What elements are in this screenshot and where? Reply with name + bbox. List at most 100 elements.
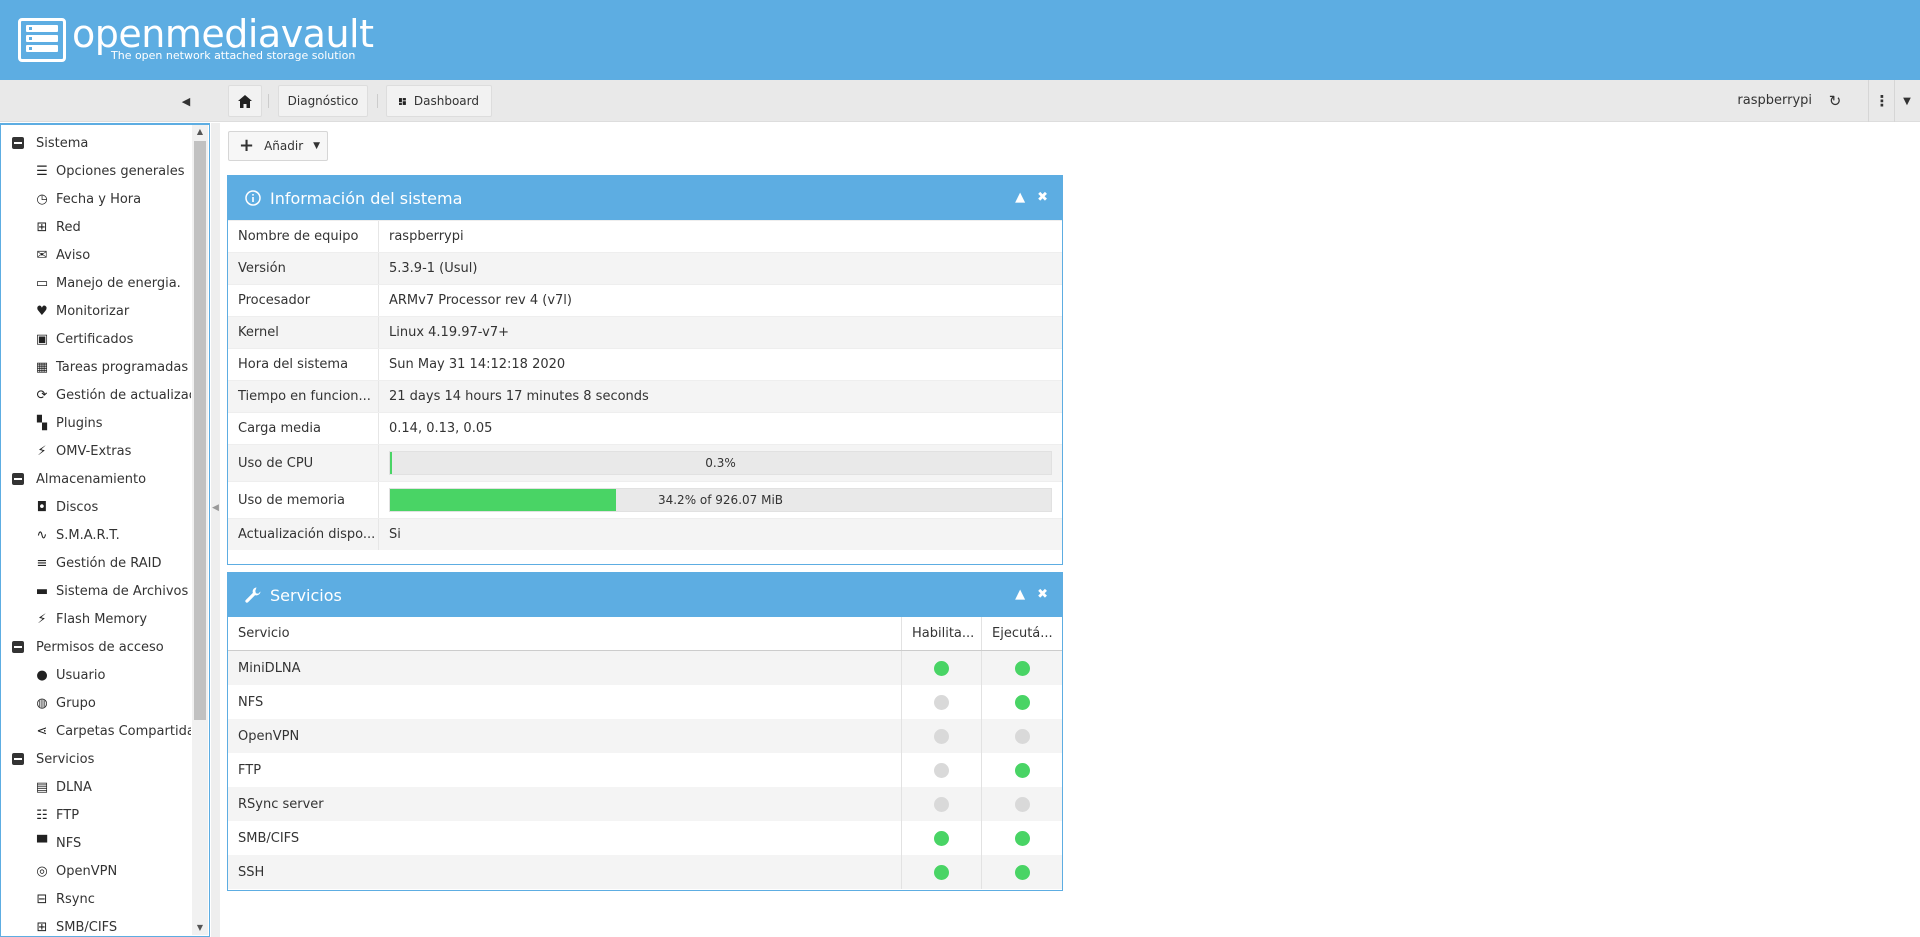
sidebar-item[interactable]: ≡ Gestión de RAID [1, 549, 191, 577]
sidebar-item[interactable]: ♥ Monitorizar [1, 297, 191, 325]
sidebar-group-label: Servicios [36, 751, 95, 767]
sidebar-item[interactable]: ◎ OpenVPN [1, 857, 191, 885]
sidebar-scrollbar[interactable]: ▲ ▼ [192, 125, 208, 935]
service-running-cell [982, 719, 1062, 753]
service-row[interactable]: NFS [228, 685, 1062, 719]
breadcrumb-diagnostico[interactable]: Diagnóstico [278, 85, 368, 117]
column-header-running[interactable]: Ejecutá... [982, 617, 1062, 650]
sysinfo-value: raspberrypi [389, 229, 464, 244]
more-vertical-icon[interactable]: ⋮ [1872, 90, 1892, 112]
service-row[interactable]: SMB/CIFS [228, 821, 1062, 855]
sidebar-item-label: Rsync [56, 891, 95, 907]
service-row[interactable]: RSync server [228, 787, 1062, 821]
collapse-panel-icon[interactable]: ▲ [1015, 190, 1025, 205]
sidebar-item[interactable]: ● Usuario [1, 661, 191, 689]
share-icon: ⋖ [36, 723, 48, 739]
sidebar-item[interactable]: ∿ S.M.A.R.T. [1, 521, 191, 549]
column-header-enabled[interactable]: Habilita... [902, 617, 982, 650]
close-panel-icon[interactable]: ✖ [1037, 587, 1048, 602]
sidebar-item-label: Sistema de Archivos [56, 583, 189, 599]
sidebar-group[interactable]: Servicios [1, 745, 191, 773]
sysinfo-row: Kernel Linux 4.19.97-v7+ [228, 316, 1062, 348]
sysinfo-key: Procesador [228, 285, 379, 316]
sidebar-item[interactable]: ▦ Tareas programadas [1, 353, 191, 381]
sidebar-item[interactable]: ◷ Fecha y Hora [1, 185, 191, 213]
wrench-icon [244, 586, 262, 604]
scroll-thumb[interactable] [194, 141, 206, 720]
scroll-down-icon[interactable]: ▼ [192, 921, 208, 935]
sidebar-item-label: Gestión de RAID [56, 555, 162, 571]
service-row[interactable]: OpenVPN [228, 719, 1062, 753]
sidebar-item[interactable]: ☰ Opciones generales [1, 157, 191, 185]
top-toolbar: ◀ Diagnóstico Dashboard raspberrypi ↻ ⋮ … [0, 80, 1920, 122]
sidebar-item-label: FTP [56, 807, 80, 823]
nav-tree: Sistema ☰ Opciones generales ◷ Fecha y Hora ⊞… [1, 129, 191, 936]
sidebar-item[interactable]: ✉ Aviso [1, 241, 191, 269]
cpu-usage-row: Uso de CPU 0.3% [228, 444, 1062, 481]
collapse-minus-icon[interactable] [12, 137, 24, 149]
heartbeat-icon: ♥ [36, 303, 48, 319]
sidebar-item[interactable]: ⊞ SMB/CIFS [1, 913, 191, 936]
memory-usage-row: Uso de memoria 34.2% of 926.07 MiB [228, 481, 1062, 518]
collapse-sidebar-icon[interactable]: ◀ [178, 92, 194, 110]
service-running-cell [982, 821, 1062, 855]
sidebar-item[interactable]: ▬ Sistema de Archivos [1, 577, 191, 605]
folders-icon: ▬ [35, 583, 49, 599]
sidebar-item[interactable]: ⚡ Flash Memory [1, 605, 191, 633]
sysinfo-row: Tiempo en funcion... 21 days 14 hours 17 … [228, 380, 1062, 412]
sysinfo-value: 5.3.9-1 (Usul) [389, 261, 478, 276]
sidebar-item-label: Grupo [56, 695, 96, 711]
service-enabled-cell [902, 719, 982, 753]
sidebar-group[interactable]: Sistema [1, 129, 191, 157]
updates-row: Actualización dispo... Si [228, 518, 1062, 550]
collapse-panel-icon[interactable]: ▲ [1015, 587, 1025, 602]
scroll-up-icon[interactable]: ▲ [192, 125, 208, 139]
sidebar-item[interactable]: ⟳ Gestión de actualizacio [1, 381, 191, 409]
sidebar-item-label: Gestión de actualizacio [56, 387, 191, 403]
sidebar-item-label: Tareas programadas [56, 359, 189, 375]
collapse-minus-icon[interactable] [12, 641, 24, 653]
refresh-icon[interactable]: ↻ [1825, 90, 1845, 112]
chevron-down-icon[interactable]: ▼ [1897, 90, 1917, 112]
service-name: MiniDLNA [228, 651, 902, 685]
home-icon [238, 94, 252, 108]
sidebar-item[interactable]: ⋖ Carpetas Compartidas [1, 717, 191, 745]
breadcrumb-dashboard[interactable]: Dashboard [386, 85, 492, 117]
sidebar-item-label: S.M.A.R.T. [56, 527, 120, 543]
service-row[interactable]: SSH [228, 855, 1062, 889]
memory-usage-text: 34.2% of 926.07 MiB [657, 493, 784, 507]
add-widget-button[interactable]: + Añadir ▼ [228, 131, 328, 161]
service-running-cell [982, 855, 1062, 889]
status-on-icon [1014, 694, 1030, 710]
sysinfo-key: Nombre de equipo [228, 221, 379, 252]
sysinfo-key: Versión [228, 253, 379, 284]
wifi-icon: ◎ [36, 863, 48, 879]
sidebar-item[interactable]: ▀ NFS [1, 829, 191, 857]
sidebar-item[interactable]: ⊞ Red [1, 213, 191, 241]
breadcrumb-separator [268, 94, 269, 108]
sidebar-group[interactable]: Almacenamiento [1, 465, 191, 493]
sidebar-group[interactable]: Permisos de acceso [1, 633, 191, 661]
bolt-icon: ⚡ [37, 611, 47, 627]
sidebar-item[interactable]: ▭ Manejo de energia. [1, 269, 191, 297]
service-row[interactable]: MiniDLNA [228, 651, 1062, 685]
column-header-service[interactable]: Servicio [228, 617, 902, 650]
sidebar-item[interactable]: ▚ Plugins [1, 409, 191, 437]
sidebar-item[interactable]: ☷ FTP [1, 801, 191, 829]
sidebar-splitter[interactable]: ◀ [211, 123, 220, 937]
breadcrumb-dashboard-label: Dashboard [413, 94, 479, 108]
service-row[interactable]: FTP [228, 753, 1062, 787]
sidebar-item[interactable]: ◘ Discos [1, 493, 191, 521]
sidebar-item-label: SMB/CIFS [56, 919, 118, 935]
sidebar-item[interactable]: ◍ Grupo [1, 689, 191, 717]
sidebar-item[interactable]: ▣ Certificados [1, 325, 191, 353]
sidebar-item[interactable]: ▤ DLNA [1, 773, 191, 801]
collapse-minus-icon[interactable] [12, 753, 24, 765]
close-panel-icon[interactable]: ✖ [1037, 190, 1048, 205]
collapse-minus-icon[interactable] [12, 473, 24, 485]
breadcrumb-home[interactable] [228, 85, 262, 117]
service-name: NFS [228, 685, 902, 719]
sidebar-item[interactable]: ⊟ Rsync [1, 885, 191, 913]
sidebar-item-label: Usuario [56, 667, 106, 683]
sidebar-item[interactable]: ⚡ OMV-Extras [1, 437, 191, 465]
